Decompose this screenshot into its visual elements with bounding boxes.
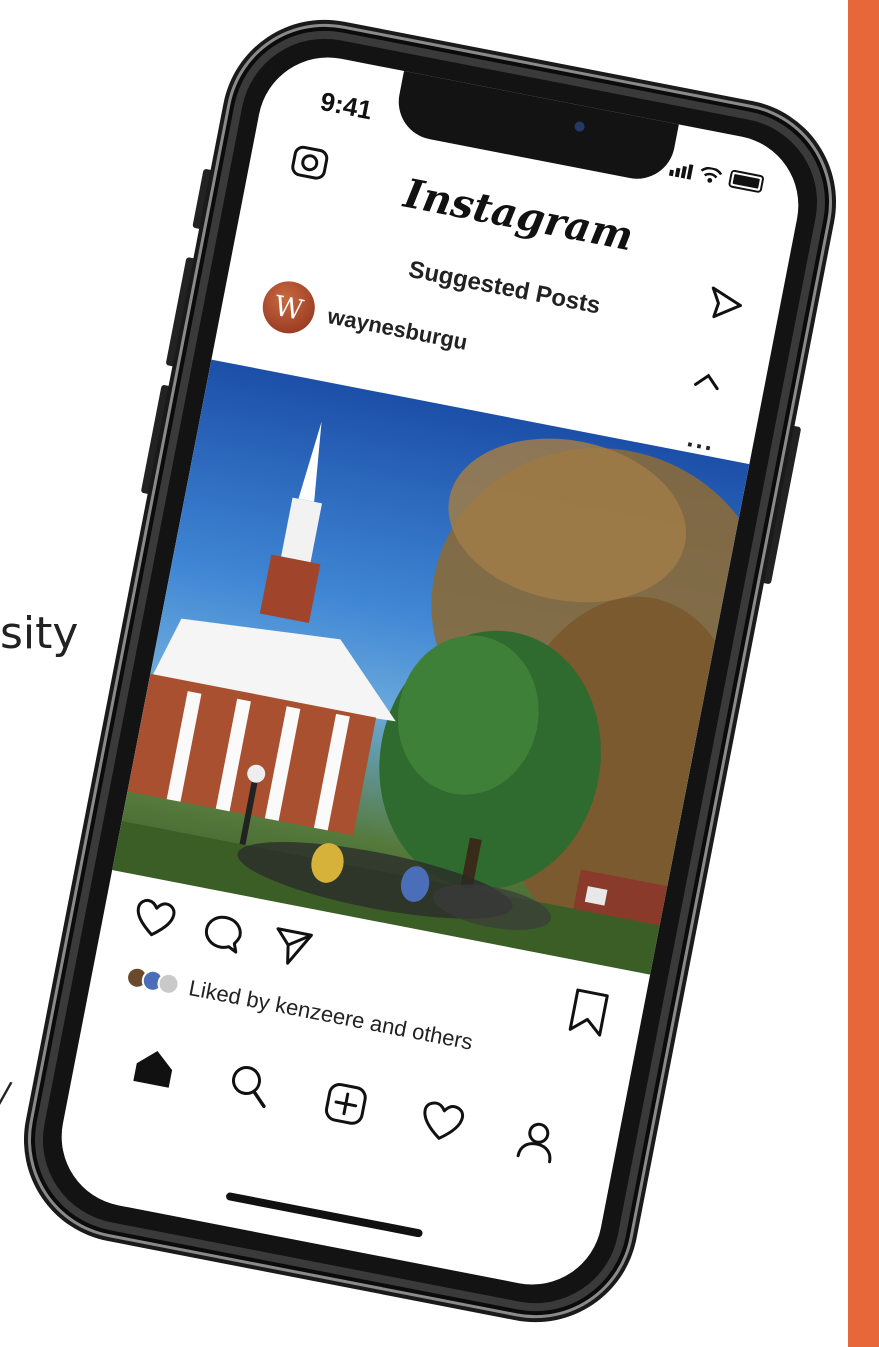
campus-chapel-photo bbox=[112, 421, 750, 975]
home-icon[interactable] bbox=[128, 1041, 180, 1093]
chevron-up-icon[interactable] bbox=[687, 362, 727, 402]
share-icon[interactable] bbox=[267, 922, 316, 971]
liked-by-avatars bbox=[124, 964, 182, 997]
bottom-tab-bar bbox=[68, 1007, 623, 1200]
activity-heart-icon[interactable] bbox=[416, 1097, 468, 1149]
status-icons bbox=[668, 158, 765, 194]
mute-switch bbox=[192, 168, 214, 230]
new-post-icon[interactable] bbox=[320, 1078, 372, 1130]
background-text-fragment-2: / bbox=[0, 1075, 14, 1112]
phone-mockup: 9:41 Instagram Suggested Posts W waynesb… bbox=[19, 14, 841, 1328]
post-author-avatar[interactable]: W bbox=[258, 276, 320, 338]
search-icon[interactable] bbox=[224, 1059, 276, 1111]
profile-icon[interactable] bbox=[512, 1115, 564, 1167]
bookmark-icon[interactable] bbox=[566, 986, 612, 1038]
status-time: 9:41 bbox=[317, 85, 375, 126]
home-indicator[interactable] bbox=[225, 1191, 424, 1238]
signal-icon bbox=[668, 161, 694, 180]
background-text-fragment: sity bbox=[0, 608, 79, 659]
battery-icon bbox=[727, 169, 765, 194]
heart-icon[interactable] bbox=[130, 895, 179, 944]
post-author-username[interactable]: waynesburgu bbox=[325, 303, 470, 356]
post-action-row bbox=[130, 895, 317, 971]
front-camera-icon bbox=[573, 120, 586, 133]
comment-icon[interactable] bbox=[199, 909, 248, 958]
accent-bar bbox=[848, 0, 879, 1347]
wifi-icon bbox=[700, 166, 723, 183]
post-photo[interactable] bbox=[112, 359, 750, 975]
phone-screen: 9:41 Instagram Suggested Posts W waynesb… bbox=[49, 45, 811, 1297]
